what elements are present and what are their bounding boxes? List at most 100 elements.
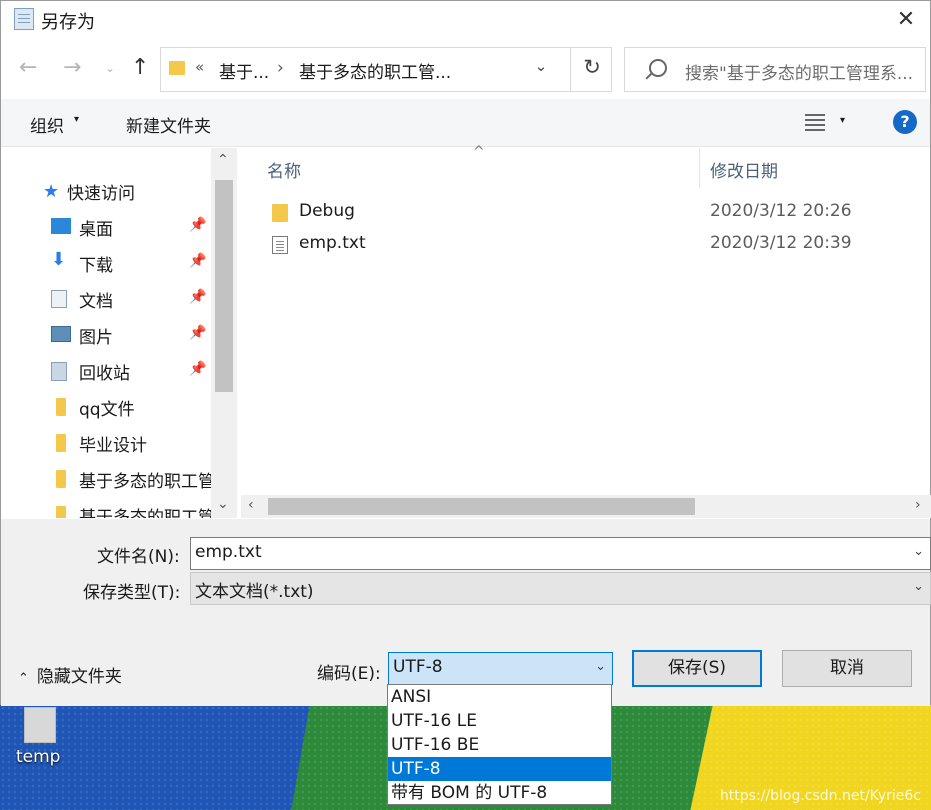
hide-folders-label: 隐藏文件夹	[36, 667, 122, 687]
dialog-title: 另存为	[41, 12, 95, 33]
folder-icon	[56, 506, 66, 518]
file-icon	[24, 707, 56, 743]
filename-label: 文件名(N):	[97, 547, 180, 567]
filename-field[interactable]: emp.txt ⌄	[190, 537, 931, 570]
file-row[interactable]: Debug 2020/3/12 20:26	[241, 197, 931, 229]
search-input[interactable]: 搜索"基于多态的职工管理系...	[624, 47, 926, 92]
nav-item-pictures[interactable]: 图片 📌	[1, 317, 211, 353]
file-list: ^ 名称 修改日期 Debug 2020/3/12 20:26 emp.txt …	[241, 144, 931, 518]
chevron-down-icon[interactable]: ⌄	[913, 544, 924, 559]
new-folder-button[interactable]: 新建文件夹	[126, 112, 211, 137]
nav-item-label: 快速访问	[67, 184, 135, 204]
encoding-option[interactable]: UTF-16 LE	[388, 709, 611, 733]
command-toolbar: 组织 ▾ 新建文件夹 ▾ ?	[1, 99, 930, 147]
hide-folders-button[interactable]: ⌃ 隐藏文件夹	[18, 662, 122, 687]
desktop-icon-temp[interactable]: temp	[10, 705, 68, 775]
up-button[interactable]: ↑	[131, 55, 149, 80]
caret-down-icon[interactable]: ▾	[74, 114, 79, 125]
column-header-date[interactable]: 修改日期	[710, 157, 778, 182]
pin-icon[interactable]: 📌	[189, 325, 206, 341]
file-list-horizontal-scrollbar[interactable]: ‹ ›	[241, 495, 931, 518]
nav-item-label: 文档	[79, 292, 113, 312]
nav-item-folder[interactable]: 基于多态的职工管	[1, 461, 211, 497]
view-options-icon[interactable]	[805, 113, 825, 131]
encoding-option[interactable]: 带有 BOM 的 UTF-8	[388, 781, 611, 805]
nav-item-quick-access[interactable]: ★ 快速访问	[1, 173, 211, 209]
cancel-button[interactable]: 取消	[782, 650, 912, 687]
search-icon	[649, 59, 667, 77]
folder-icon	[169, 61, 185, 75]
pin-icon[interactable]: 📌	[189, 253, 206, 269]
close-button[interactable]: ✕	[886, 3, 926, 37]
filetype-value: 文本文档(*.txt)	[195, 582, 314, 602]
encoding-dropdown-list: ANSI UTF-16 LE UTF-16 BE UTF-8 带有 BOM 的 …	[387, 684, 612, 805]
filetype-select[interactable]: 文本文档(*.txt) ⌄	[190, 572, 931, 605]
encoding-option[interactable]: UTF-8	[388, 757, 611, 781]
save-options-panel: 文件名(N): emp.txt ⌄ 保存类型(T): 文本文档(*.txt) ⌄…	[1, 519, 931, 706]
file-date: 2020/3/12 20:39	[710, 233, 852, 253]
desktop-icon-label: temp	[16, 747, 61, 767]
scrollbar-thumb[interactable]	[215, 180, 233, 392]
chevron-down-icon[interactable]: ⌄	[913, 579, 924, 594]
nav-item-folder[interactable]: 毕业设计	[1, 425, 211, 461]
nav-item-downloads[interactable]: ⬇ 下载 📌	[1, 245, 211, 281]
encoding-select[interactable]: UTF-8 ⌄	[388, 652, 613, 685]
chevron-up-icon: ⌃	[18, 671, 29, 686]
nav-item-label: 下载	[79, 256, 113, 276]
pin-icon[interactable]: 📌	[189, 217, 206, 233]
nav-item-label: 基于多态的职工管	[79, 472, 211, 492]
recycle-bin-icon	[51, 362, 67, 381]
scrollbar-thumb[interactable]	[268, 498, 695, 515]
recent-locations-button[interactable]: ⌄	[105, 61, 115, 75]
navigation-row: ← → ⌄ ↑ « 基于... › 基于多态的职工管... ⌄ ↻ 搜索"基于多…	[1, 39, 930, 99]
nav-item-recycle-bin[interactable]: 回收站 📌	[1, 353, 211, 389]
caret-down-icon[interactable]: ▾	[840, 115, 845, 126]
breadcrumb-item[interactable]: 基于...	[219, 58, 269, 83]
nav-item-folder[interactable]: 基于多态的职工管	[1, 497, 211, 518]
scroll-left-icon[interactable]: ‹	[248, 497, 254, 513]
encoding-label: 编码(E):	[317, 664, 381, 684]
filetype-label: 保存类型(T):	[83, 583, 181, 603]
download-icon: ⬇	[51, 249, 67, 270]
pin-icon[interactable]: 📌	[189, 361, 206, 377]
scroll-up-icon[interactable]: ⌃	[217, 152, 229, 168]
overflow-chevron-icon[interactable]: «	[195, 58, 204, 76]
encoding-option[interactable]: ANSI	[388, 685, 611, 709]
scroll-right-icon[interactable]: ›	[915, 497, 921, 513]
nav-item-label: 回收站	[79, 364, 130, 384]
folder-icon	[56, 470, 66, 488]
nav-item-folder[interactable]: qq文件	[1, 389, 211, 425]
help-icon[interactable]: ?	[893, 110, 917, 134]
save-button[interactable]: 保存(S)	[632, 650, 762, 687]
organize-button[interactable]: 组织	[30, 112, 64, 137]
folder-icon	[272, 204, 288, 222]
title-bar: 另存为 ✕	[1, 1, 930, 39]
chevron-down-icon[interactable]: ⌄	[595, 659, 606, 674]
refresh-button[interactable]: ↻	[575, 55, 609, 83]
breadcrumb-separator-icon[interactable]: ›	[277, 58, 284, 78]
nav-item-documents[interactable]: 文档 📌	[1, 281, 211, 317]
scroll-down-icon[interactable]: ⌄	[217, 496, 229, 512]
address-bar[interactable]: « 基于... › 基于多态的职工管... ⌄ ↻	[160, 47, 612, 92]
navigation-pane: ★ 快速访问 桌面 📌 ⬇ 下载 📌 文档 📌 图片 📌 回收站 📌 qq文件 …	[1, 148, 237, 518]
address-dropdown-button[interactable]: ⌄	[529, 57, 553, 83]
nav-item-label: qq文件	[79, 400, 135, 420]
back-button[interactable]: ←	[19, 55, 37, 80]
nav-item-label: 桌面	[79, 220, 113, 240]
encoding-option[interactable]: UTF-16 BE	[388, 733, 611, 757]
filename-value[interactable]: emp.txt	[195, 542, 262, 562]
save-as-dialog: 另存为 ✕ ← → ⌄ ↑ « 基于... › 基于多态的职工管... ⌄ ↻ …	[0, 0, 931, 706]
column-header-name[interactable]: 名称	[267, 157, 301, 182]
text-file-icon	[272, 236, 288, 254]
breadcrumb-item[interactable]: 基于多态的职工管...	[299, 58, 451, 83]
pin-icon[interactable]: 📌	[189, 289, 206, 305]
column-divider[interactable]	[699, 148, 700, 188]
forward-button[interactable]: →	[63, 55, 81, 80]
nav-pane-scrollbar[interactable]: ⌃ ⌄	[211, 148, 237, 518]
folder-icon	[56, 398, 66, 416]
nav-item-desktop[interactable]: 桌面 📌	[1, 209, 211, 245]
desktop-icon	[51, 218, 71, 234]
nav-item-label: 毕业设计	[79, 436, 147, 456]
file-row[interactable]: emp.txt 2020/3/12 20:39	[241, 229, 931, 261]
file-name: Debug	[299, 201, 355, 221]
